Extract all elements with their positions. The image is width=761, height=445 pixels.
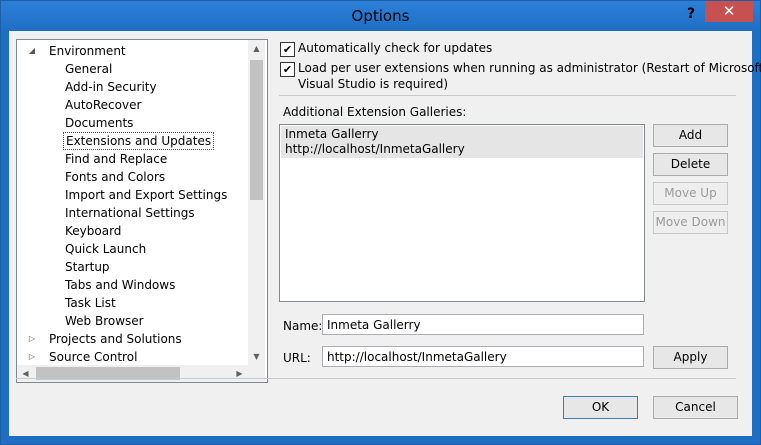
auto-check-checkbox[interactable]: ✔ — [280, 42, 295, 57]
cancel-button[interactable]: Cancel — [653, 396, 738, 419]
collapsed-arrow-icon[interactable]: ▷ — [27, 330, 37, 348]
tree-item-label: Task List — [65, 296, 116, 310]
tree-item-label: Projects and Solutions — [49, 332, 182, 346]
scroll-thumb[interactable] — [250, 60, 263, 200]
tree-item-label: Quick Launch — [65, 242, 147, 256]
tree-item-label: AutoRecover — [65, 98, 142, 112]
expanded-arrow-icon[interactable]: ◢ — [27, 42, 37, 60]
auto-check-label[interactable]: Automatically check for updates — [298, 40, 492, 56]
dialog-title: Options — [351, 7, 410, 25]
separator — [279, 95, 736, 96]
tree-item-label: Extensions and Updates — [63, 132, 215, 150]
load-per-user-label-line2[interactable]: Visual Studio is required) — [298, 76, 448, 92]
tree-item-label: Web Browser — [65, 314, 144, 328]
move-up-button[interactable]: Move Up — [653, 182, 728, 205]
scroll-left-icon[interactable]: ◀ — [17, 365, 34, 382]
scroll-right-icon[interactable]: ▶ — [231, 365, 248, 382]
ok-button[interactable]: OK — [563, 396, 638, 419]
tree-item-label: Add-in Security — [65, 80, 157, 94]
delete-button[interactable]: Delete — [653, 153, 728, 176]
tree-item-label: Find and Replace — [65, 152, 168, 166]
name-field[interactable]: Inmeta Gallerry — [322, 314, 644, 335]
checkmark-icon: ✔ — [282, 63, 293, 76]
tree-item-label: Import and Export Settings — [65, 188, 228, 202]
list-item[interactable]: Inmeta Gallerry http://localhost/InmetaG… — [281, 126, 643, 158]
options-tree[interactable]: ◢ Environment General Add-in Security AutoRe… — [16, 39, 268, 383]
tree-item-label: Fonts and Colors — [65, 170, 166, 184]
scroll-down-icon[interactable]: ▼ — [248, 348, 265, 365]
gallery-name: Inmeta Gallerry — [285, 127, 379, 141]
url-label: URL: — [283, 351, 311, 365]
load-per-user-checkbox[interactable]: ✔ — [280, 62, 295, 77]
tree-item-label: Startup — [65, 260, 110, 274]
footer-separator — [16, 378, 736, 379]
horizontal-scrollbar[interactable]: ◀ ▶ — [17, 365, 248, 382]
title-bar[interactable]: Options ? ✕ — [1, 1, 760, 31]
apply-button[interactable]: Apply — [653, 346, 728, 369]
options-dialog: Options ? ✕ ◢ Environment General Add-in Se… — [0, 0, 761, 445]
help-button[interactable]: ? — [684, 5, 698, 23]
add-button[interactable]: Add — [653, 124, 728, 147]
tree-item-label: Keyboard — [65, 224, 122, 238]
vertical-scrollbar[interactable]: ▲ ▼ — [248, 40, 265, 365]
galleries-heading: Additional Extension Galleries: — [283, 105, 467, 119]
url-field[interactable]: http://localhost/InmetaGallery — [322, 346, 644, 367]
gallery-url: http://localhost/InmetaGallery — [285, 142, 465, 156]
galleries-list[interactable]: Inmeta Gallerry http://localhost/InmetaG… — [279, 124, 645, 302]
tree-item-label: Environment — [49, 44, 126, 58]
tree-item-label: International Settings — [65, 206, 195, 220]
tree-item-label: Tabs and Windows — [65, 278, 176, 292]
checkmark-icon: ✔ — [282, 43, 293, 56]
scroll-up-icon[interactable]: ▲ — [248, 40, 265, 57]
tree-item-label: General — [65, 62, 113, 76]
tree-item-label: Documents — [65, 116, 134, 130]
scroll-corner — [248, 365, 265, 382]
name-label: Name: — [283, 319, 323, 333]
dialog-body: ◢ Environment General Add-in Security AutoRe… — [9, 31, 761, 436]
tree-item-label: Source Control — [49, 350, 138, 364]
close-button[interactable]: ✕ — [705, 1, 753, 22]
load-per-user-label[interactable]: Load per user extensions when running as… — [298, 60, 761, 76]
collapsed-arrow-icon[interactable]: ▷ — [27, 348, 37, 366]
move-down-button[interactable]: Move Down — [653, 211, 728, 234]
